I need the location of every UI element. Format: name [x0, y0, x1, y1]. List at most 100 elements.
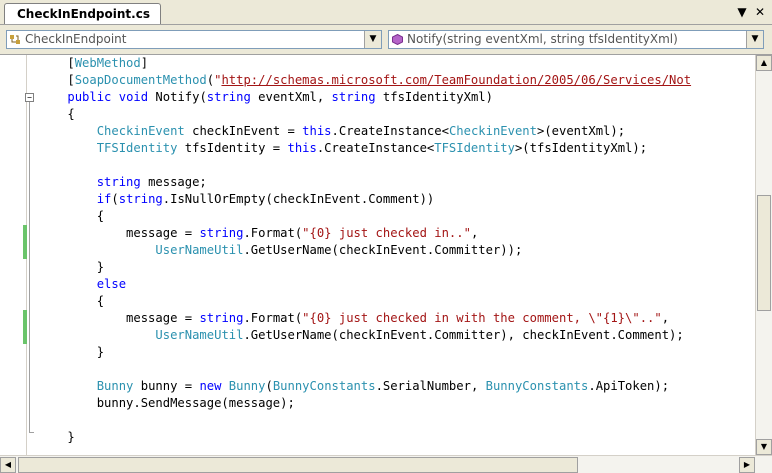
code-token: new [199, 379, 222, 393]
code-token: >(tfsIdentityXml); [514, 141, 648, 155]
code-token: string [206, 90, 251, 104]
code-line: [SoapDocumentMethod("http://schemas.micr… [38, 72, 746, 89]
code-line: UserNameUtil.GetUserName(checkInEvent.Co… [38, 327, 746, 344]
code-line: message = string.Format("{0} just checke… [38, 225, 746, 242]
code-token: tfsIdentityXml) [375, 90, 493, 104]
outline-guide [29, 102, 30, 432]
tab-title: CheckInEndpoint.cs [17, 7, 150, 21]
document-tab-strip: CheckInEndpoint.cs ▼ ✕ [0, 0, 772, 25]
code-line: { [38, 208, 746, 225]
code-line: TFSIdentity tfsIdentity = this.CreateIns… [38, 140, 746, 157]
code-token: public [67, 90, 112, 104]
code-token: message = [38, 226, 200, 240]
code-token: { [38, 209, 105, 223]
code-token: CheckinEvent [96, 124, 185, 138]
scroll-down-icon[interactable]: ▼ [756, 439, 772, 455]
horizontal-scrollbar-thumb[interactable] [18, 457, 578, 473]
code-token: message; [140, 175, 207, 189]
code-token: .SerialNumber, [375, 379, 486, 393]
code-token: .Format( [243, 311, 303, 325]
code-token: ] [140, 56, 149, 70]
code-token: WebMethod [74, 56, 141, 70]
change-marker [23, 310, 27, 344]
class-selector-value: CheckInEndpoint [25, 32, 127, 46]
tab-checkinendpoint[interactable]: CheckInEndpoint.cs [4, 3, 161, 24]
code-token: [ [38, 73, 75, 87]
scrollbar-thumb[interactable] [757, 195, 771, 311]
member-selector-value: Notify(string eventXml, string tfsIdenti… [407, 32, 678, 46]
close-icon[interactable]: ✕ [752, 3, 768, 21]
chevron-down-icon[interactable]: ▼ [746, 31, 763, 48]
code-token: { [38, 294, 105, 308]
code-token: UserNameUtil [155, 243, 244, 257]
code-token: .Format( [243, 226, 303, 240]
scroll-up-icon[interactable]: ▲ [756, 55, 772, 71]
code-token: TFSIdentity [96, 141, 178, 155]
code-token: this [302, 124, 332, 138]
collapse-method-icon[interactable]: − [25, 93, 34, 102]
code-line: { [38, 106, 746, 123]
code-token: , [661, 311, 670, 325]
member-selector-dropdown[interactable]: Notify(string eventXml, string tfsIdenti… [388, 30, 764, 49]
code-token: string [199, 311, 244, 325]
editor-gutter [0, 55, 27, 473]
code-line: CheckinEvent checkInEvent = this.CreateI… [38, 123, 746, 140]
vertical-scrollbar[interactable]: ▲ ▼ [755, 55, 772, 455]
code-editor[interactable]: − [WebMethod] [SoapDocumentMethod("http:… [0, 54, 772, 473]
code-token: void [118, 90, 149, 104]
code-line: message = string.Format("{0} just checke… [38, 310, 746, 327]
change-marker [23, 225, 27, 259]
code-token: ( [111, 192, 119, 206]
code-token: .GetUserName(checkInEvent.Committer), ch… [243, 328, 684, 342]
code-token: .CreateInstance< [316, 141, 435, 155]
chevron-down-icon[interactable]: ▼ [364, 31, 381, 48]
code-token: if [96, 192, 112, 206]
code-token: Bunny [96, 379, 134, 393]
code-token: >(eventXml); [537, 124, 626, 138]
code-line: { [38, 293, 746, 310]
class-icon [10, 35, 20, 44]
code-token: string [199, 226, 244, 240]
code-line: Bunny bunny = new Bunny(BunnyConstants.S… [38, 378, 746, 395]
method-icon [392, 34, 403, 45]
code-token: message = [38, 311, 200, 325]
code-token: ( [206, 73, 215, 87]
code-line: public void Notify(string eventXml, stri… [38, 89, 746, 106]
code-token: SoapDocumentMethod [74, 73, 207, 87]
code-token: http://schemas.microsoft.com/TeamFoundat… [221, 73, 692, 87]
code-token: eventXml, [250, 90, 332, 104]
code-token: "{0} just checked in with the comment, \… [302, 311, 662, 325]
scroll-left-icon[interactable]: ◀ [0, 457, 16, 473]
code-token: } [38, 430, 75, 444]
horizontal-scrollbar[interactable]: ◀ ▶ [0, 455, 772, 473]
code-token: BunnyConstants [272, 379, 376, 393]
code-token: } [38, 260, 105, 274]
code-line: UserNameUtil.GetUserName(checkInEvent.Co… [38, 242, 746, 259]
code-token: string [331, 90, 376, 104]
tab-list-dropdown-icon[interactable]: ▼ [734, 3, 750, 21]
navigation-bar: CheckInEndpoint ▼ Notify(string eventXml… [0, 25, 772, 53]
code-line: [WebMethod] [38, 55, 746, 72]
code-token: } [38, 345, 105, 359]
scroll-right-icon[interactable]: ▶ [739, 457, 755, 473]
code-token: { [38, 107, 75, 121]
code-area[interactable]: [WebMethod] [SoapDocumentMethod("http://… [38, 55, 746, 455]
code-token: .CreateInstance< [331, 124, 449, 138]
code-token: ( [265, 379, 273, 393]
code-token: bunny.SendMessage(message); [38, 396, 295, 410]
code-token: UserNameUtil [155, 328, 244, 342]
code-line: else [38, 276, 746, 293]
code-token: .IsNullOrEmpty(checkInEvent.Comment)) [162, 192, 435, 206]
class-selector-dropdown[interactable]: CheckInEndpoint ▼ [6, 30, 382, 49]
code-line: } [38, 429, 746, 446]
